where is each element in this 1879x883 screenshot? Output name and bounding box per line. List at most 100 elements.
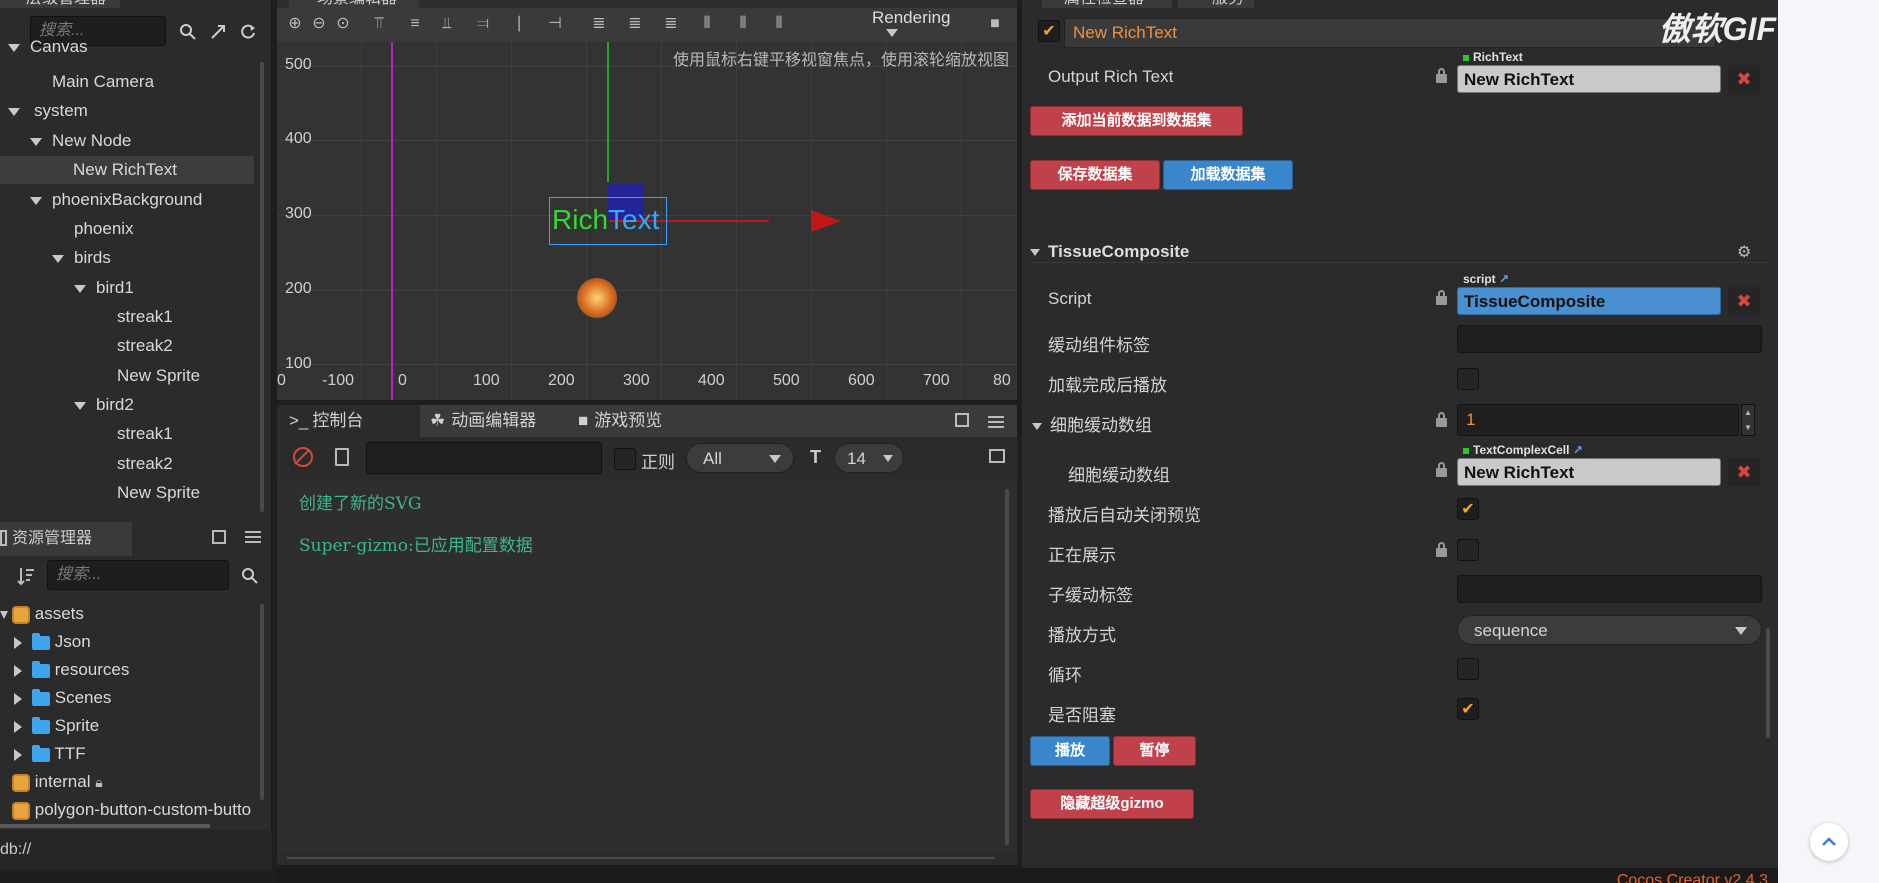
script-field[interactable]: TissueComposite bbox=[1457, 287, 1721, 315]
align-bottom-icon[interactable]: ⫫ bbox=[437, 14, 457, 34]
render-mode-select[interactable]: Rendering bbox=[872, 8, 950, 42]
menu-icon[interactable] bbox=[244, 528, 262, 546]
play-after-load-checkbox[interactable] bbox=[1457, 368, 1479, 390]
asset-item-assets[interactable]: assets bbox=[0, 600, 84, 628]
asset-item-json[interactable]: Json bbox=[14, 628, 91, 656]
collapse-console-icon[interactable] bbox=[989, 449, 1005, 463]
inspector-scrollbar[interactable] bbox=[1766, 628, 1770, 738]
clear-cell-item-button[interactable]: ✖ bbox=[1728, 458, 1760, 486]
x-axis-arrow-icon[interactable] bbox=[811, 210, 841, 232]
gear-icon[interactable]: ⚙ bbox=[1737, 242, 1751, 262]
console-hscrollbar[interactable] bbox=[287, 857, 995, 859]
y-axis-gizmo[interactable] bbox=[607, 42, 609, 182]
cell-array-count-input[interactable]: 1 bbox=[1457, 404, 1739, 436]
distribute-center-icon[interactable]: ⦀ bbox=[733, 14, 753, 34]
regex-checkbox[interactable] bbox=[614, 448, 636, 470]
sub-tag-input[interactable] bbox=[1457, 575, 1762, 603]
asset-item-ttf[interactable]: TTF bbox=[14, 740, 86, 768]
assets-hscrollbar[interactable] bbox=[0, 824, 210, 828]
loop-checkbox[interactable] bbox=[1457, 658, 1479, 680]
camera-icon[interactable]: ■ bbox=[985, 14, 1005, 34]
align-top-icon[interactable]: ⫪ bbox=[369, 14, 389, 34]
tree-node-canvas[interactable]: Canvas bbox=[8, 38, 88, 60]
align-center-icon[interactable]: ∣ bbox=[509, 14, 529, 34]
richtext-preview[interactable]: RichText bbox=[549, 197, 667, 245]
asset-item-sprite[interactable]: Sprite bbox=[14, 712, 99, 740]
clear-output-rich-text-button[interactable]: ✖ bbox=[1728, 65, 1760, 93]
tree-node-bird1[interactable]: bird1 bbox=[74, 274, 134, 302]
align-right-icon[interactable]: ⊣ bbox=[545, 14, 565, 34]
pause-button[interactable]: 暂停 bbox=[1113, 736, 1196, 766]
clear-script-button[interactable]: ✖ bbox=[1728, 287, 1760, 315]
sort-icon[interactable] bbox=[16, 564, 36, 588]
console-filter-input[interactable] bbox=[366, 442, 602, 474]
distribute-middle-icon[interactable]: ≣ bbox=[625, 14, 645, 34]
tree-node-main-camera[interactable]: Main Camera bbox=[52, 68, 154, 96]
log-level-select[interactable]: All bbox=[686, 443, 794, 473]
cell-array-header[interactable]: 细胞缓动数组 bbox=[1032, 411, 1152, 436]
distribute-bottom-icon[interactable]: ≣ bbox=[661, 14, 681, 34]
refresh-icon[interactable] bbox=[238, 22, 258, 42]
count-stepper[interactable]: ▲ ▼ bbox=[1741, 404, 1755, 436]
search-icon[interactable] bbox=[178, 22, 198, 42]
output-rich-text-field[interactable]: New RichText bbox=[1457, 65, 1721, 93]
asset-item-polygon-button[interactable]: polygon-button-custom-butto bbox=[12, 796, 256, 824]
distribute-top-icon[interactable]: ≣ bbox=[589, 14, 609, 34]
tab-console[interactable]: >_ 控制台 bbox=[277, 405, 420, 437]
tree-node-bird2[interactable]: bird2 bbox=[74, 391, 134, 419]
console-scrollbar[interactable] bbox=[1005, 489, 1009, 845]
popout-icon[interactable] bbox=[212, 530, 226, 544]
clear-icon[interactable] bbox=[293, 447, 313, 467]
tab-animation-editor[interactable]: ☘ 动画编辑器 bbox=[420, 405, 568, 437]
collapse-icon[interactable] bbox=[208, 22, 228, 42]
tree-node-new-node[interactable]: New Node bbox=[30, 127, 131, 155]
showing-checkbox[interactable] bbox=[1457, 539, 1479, 561]
tab-service[interactable]: 服务 bbox=[1178, 0, 1254, 8]
tree-node-streak2[interactable]: streak2 bbox=[117, 332, 173, 360]
play-mode-select[interactable]: sequence bbox=[1457, 615, 1762, 645]
assets-tab[interactable]: 资源管理器 bbox=[0, 522, 132, 556]
tree-node-streak1[interactable]: streak1 bbox=[117, 420, 173, 448]
zoom-fit-icon[interactable]: ⊙ bbox=[333, 14, 353, 34]
tab-game-preview[interactable]: ■ 游戏预览 bbox=[568, 405, 714, 437]
save-dataset-button[interactable]: 保存数据集 bbox=[1030, 160, 1160, 190]
distribute-left-icon[interactable]: ⦀ bbox=[697, 14, 717, 34]
tree-node-new-sprite[interactable]: New Sprite bbox=[117, 479, 200, 507]
scene-viewport[interactable]: RichText 500 400 300 200 100 0 -100 0 10… bbox=[277, 42, 1017, 400]
menu-icon[interactable] bbox=[987, 413, 1005, 431]
play-button[interactable]: 播放 bbox=[1030, 736, 1110, 766]
blocking-checkbox[interactable]: ✔ bbox=[1457, 698, 1479, 720]
tree-node-birds[interactable]: birds bbox=[52, 244, 111, 272]
align-middle-icon[interactable]: ≡ bbox=[405, 14, 425, 34]
asset-item-resources[interactable]: resources bbox=[14, 656, 129, 684]
hierarchy-scrollbar[interactable] bbox=[260, 62, 264, 512]
asset-item-internal[interactable]: internal 🔒︎ bbox=[12, 768, 103, 796]
tree-node-phoenix[interactable]: phoenix bbox=[74, 215, 134, 243]
scroll-to-top-button[interactable] bbox=[1810, 823, 1848, 861]
zoom-in-icon[interactable]: ⊕ bbox=[285, 14, 305, 34]
log-file-icon[interactable] bbox=[335, 448, 349, 466]
tree-node-system[interactable]: system bbox=[8, 97, 88, 125]
assets-search-input[interactable]: 搜索... bbox=[47, 560, 229, 590]
popout-icon[interactable] bbox=[955, 413, 969, 427]
assets-scrollbar[interactable] bbox=[260, 604, 264, 800]
node-name-input[interactable]: New RichText bbox=[1064, 18, 1716, 48]
font-size-select[interactable]: 14 bbox=[834, 443, 904, 473]
auto-close-checkbox[interactable]: ✔ bbox=[1457, 498, 1479, 520]
phoenix-sprite[interactable] bbox=[577, 278, 617, 318]
align-left-icon[interactable]: ⫤ bbox=[473, 14, 493, 34]
distribute-right-icon[interactable]: ⦀ bbox=[769, 14, 789, 34]
tree-node-streak1[interactable]: streak1 bbox=[117, 303, 173, 331]
tree-node-phoenix-background[interactable]: phoenixBackground bbox=[30, 186, 202, 214]
asset-item-scenes[interactable]: Scenes bbox=[14, 684, 111, 712]
tree-node-streak2[interactable]: streak2 bbox=[117, 450, 173, 478]
hierarchy-tab[interactable]: 层级管理器 bbox=[0, 0, 120, 8]
cell-item-field[interactable]: New RichText bbox=[1457, 458, 1721, 486]
cache-tag-input[interactable] bbox=[1457, 325, 1762, 353]
search-icon[interactable] bbox=[240, 566, 260, 586]
hide-gizmo-button[interactable]: 隐藏超级gizmo bbox=[1030, 789, 1194, 819]
component-header[interactable]: TissueComposite bbox=[1030, 242, 1189, 262]
zoom-out-icon[interactable]: ⊖ bbox=[309, 14, 329, 34]
scene-tab[interactable]: 场景编辑器 bbox=[289, 0, 419, 8]
tab-properties[interactable]: 属性检查器 bbox=[1042, 0, 1172, 8]
